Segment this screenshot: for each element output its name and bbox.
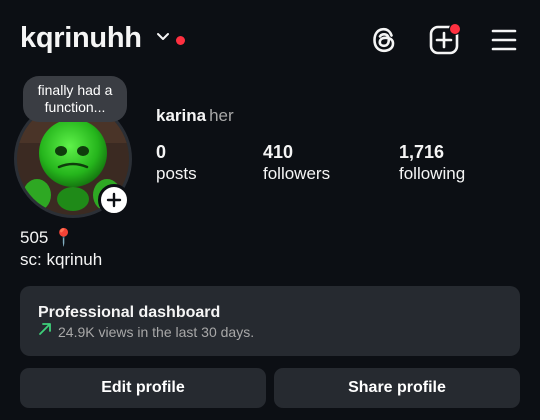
edit-profile-button[interactable]: Edit profile [20, 368, 266, 408]
dashboard-subtitle: 24.9K views in the last 30 days. [58, 324, 255, 340]
followers-count[interactable]: 410 [263, 142, 293, 163]
posts-label[interactable]: posts [156, 164, 197, 184]
dashboard-title: Professional dashboard [38, 304, 221, 321]
trend-up-arrow-icon [39, 323, 51, 335]
share-profile-button[interactable]: Share profile [274, 368, 520, 408]
following-count[interactable]: 1,716 [399, 142, 444, 163]
display-name: karina [156, 106, 207, 125]
note-text: finally had a function... [37, 82, 113, 115]
bio-line-2: sc: kqrinuh [20, 250, 103, 269]
bio-line-1: 505 📍 [20, 228, 75, 247]
chevron-down-icon[interactable] [156, 30, 170, 44]
posts-count[interactable]: 0 [156, 142, 166, 163]
plus-icon [106, 192, 122, 208]
pronouns: her [209, 106, 234, 125]
threads-icon[interactable] [368, 24, 400, 56]
notification-dot [176, 36, 185, 45]
note-bubble[interactable]: finally had a function... [23, 76, 127, 122]
following-label[interactable]: following [399, 164, 465, 184]
followers-label[interactable]: followers [263, 164, 330, 184]
profile-name: karina her [156, 106, 234, 126]
add-story-button[interactable] [98, 184, 130, 216]
menu-icon[interactable] [490, 26, 518, 54]
create-notification-dot [449, 23, 461, 35]
username-title[interactable]: kqrinuhh [20, 22, 142, 55]
